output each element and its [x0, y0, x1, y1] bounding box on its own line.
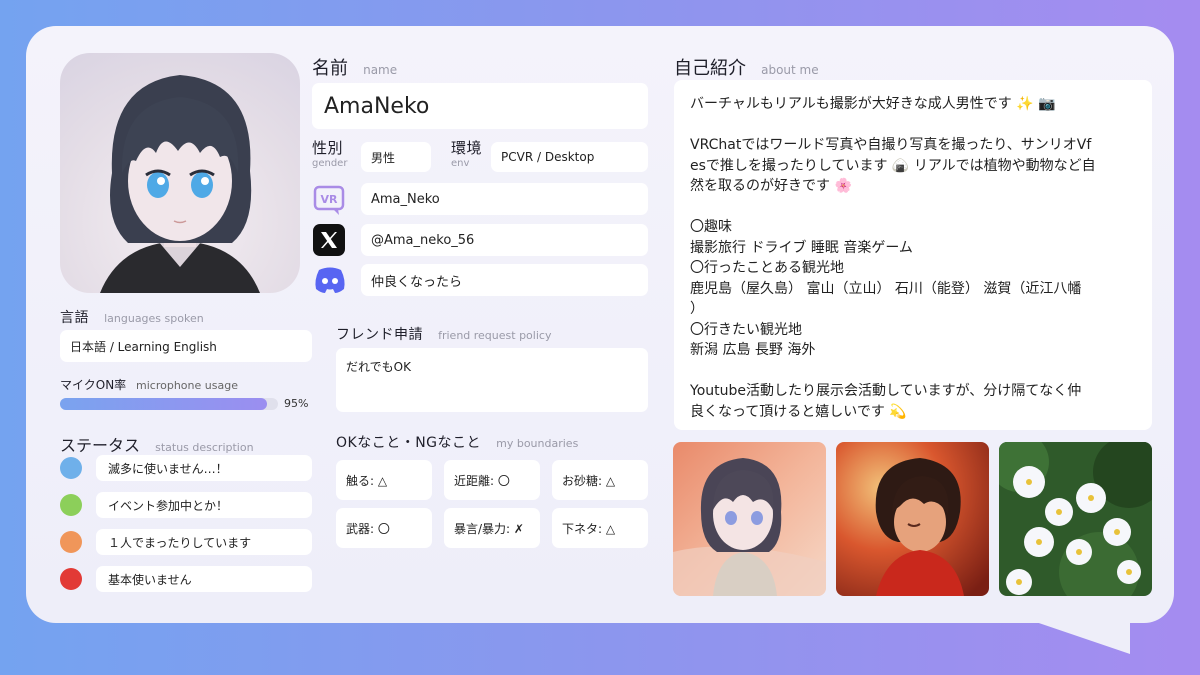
gender-heading: 性別 gender	[312, 141, 347, 171]
languages-label: 言語	[60, 310, 89, 326]
vrchat-handle-field: Ama_Neko	[361, 183, 648, 215]
env-label-en: env	[451, 158, 470, 169]
boundaries-heading: OKなこと・NGなこと my boundaries	[336, 432, 578, 452]
status-color-dot	[60, 568, 82, 590]
about-label: 自己紹介	[674, 58, 746, 79]
photo-red-scene	[836, 442, 989, 596]
status-label-en: status description	[155, 441, 254, 454]
mic-label-en: microphone usage	[136, 379, 238, 392]
gender-label: 性別	[312, 139, 344, 157]
friend-request-label: フレンド申請	[336, 327, 423, 343]
status-item: 滅多に使いません…！	[96, 455, 312, 481]
about-line: 〇趣味	[690, 219, 732, 235]
about-line: Youtube活動したり展示会活動していますが、分け隔てなく仲	[690, 383, 1082, 399]
about-line	[690, 361, 1138, 382]
x-handle-field: @Ama_neko_56	[361, 224, 648, 256]
languages-heading: 言語 languages spoken	[60, 307, 204, 327]
discord-icon	[313, 264, 347, 296]
photo-avatar-sunset	[673, 442, 826, 596]
env-field: PCVR / Desktop	[491, 142, 648, 172]
status-item: 基本使いません	[96, 566, 312, 592]
boundary-tile: お砂糖: △	[552, 460, 648, 500]
boundaries-label-en: my boundaries	[496, 437, 579, 450]
name-label: 名前	[312, 58, 348, 79]
about-line: 〇行きたい観光地	[690, 321, 802, 338]
env-heading: 環境 env	[451, 141, 482, 171]
photo-white-flowers	[999, 442, 1152, 596]
name-heading: 名前 name	[312, 54, 397, 80]
about-heading: 自己紹介 about me	[674, 54, 819, 80]
about-line: 新潟 広島 長野 海外	[690, 342, 816, 358]
friend-request-label-en: friend request policy	[438, 329, 552, 342]
status-color-dot	[60, 494, 82, 516]
mic-usage-bar	[60, 398, 278, 410]
mic-label: マイクON率	[60, 378, 127, 392]
about-line: 〇行ったことある観光地	[690, 260, 844, 276]
boundary-tile: 触る: △	[336, 460, 432, 500]
discord-field: 仲良くなったら	[361, 264, 648, 296]
about-label-en: about me	[761, 63, 819, 77]
about-line: VRChatではワールド写真や自撮り写真を撮ったり、サンリオVf	[690, 137, 1092, 153]
avatar	[60, 53, 300, 293]
speech-bubble-tail	[1030, 620, 1130, 654]
about-line: 然を取るのが好きです 🌸	[690, 178, 852, 194]
about-line: esで推しを撮ったりしています 🍙 リアルでは植物や動物など自	[690, 157, 1096, 174]
name-label-en: name	[363, 63, 398, 77]
boundary-tile: 暴言/暴力: ✗	[444, 508, 540, 548]
about-line: ）	[690, 301, 704, 317]
boundary-tile: 武器: 〇	[336, 508, 432, 548]
status-color-dot	[60, 531, 82, 553]
boundary-tile: 下ネタ: △	[552, 508, 648, 548]
status-item: １人でまったりしています	[96, 529, 312, 555]
name-field: AmaNeko	[312, 83, 648, 129]
about-line	[690, 115, 1138, 136]
boundary-tile: 近距離: 〇	[444, 460, 540, 500]
about-line: 鹿児島（屋久島） 富山（立山） 石川（能登） 滋賀（近江八幡	[690, 280, 1082, 297]
about-line	[690, 197, 1138, 218]
x-logo-icon	[313, 224, 345, 256]
about-line: 撮影旅行 ドライブ 睡眠 音楽ゲーム	[690, 239, 913, 256]
boundaries-label: OKなこと・NGなこと	[336, 435, 482, 451]
gender-label-en: gender	[312, 158, 348, 169]
about-text: バーチャルもリアルも撮影が大好きな成人男性です ✨ 📷 VRChatではワールド写…	[674, 80, 1152, 430]
mic-usage-fill	[60, 398, 268, 410]
mic-heading: マイクON率 microphone usage	[60, 376, 238, 393]
about-line: 良くなって頂けると嬉しいです 💫	[690, 403, 907, 420]
status-label: ステータス	[60, 436, 141, 455]
env-label: 環境	[451, 139, 483, 157]
friend-request-heading: フレンド申請 friend request policy	[336, 324, 551, 344]
status-item: イベント参加中とか！	[96, 492, 312, 518]
gender-field: 男性	[361, 142, 431, 172]
about-line: バーチャルもリアルも撮影が大好きな成人男性です ✨ 📷	[690, 96, 1056, 112]
status-color-dot	[60, 457, 82, 479]
vrchat-icon: VR	[313, 185, 345, 217]
status-heading: ステータス status description	[60, 432, 254, 456]
mic-percent: 95%	[284, 397, 309, 410]
languages-label-en: languages spoken	[104, 312, 204, 325]
languages-field: 日本語 / Learning English	[60, 330, 312, 362]
friend-request-field: だれでもOK	[336, 348, 648, 412]
svg-text:VR: VR	[321, 193, 339, 206]
